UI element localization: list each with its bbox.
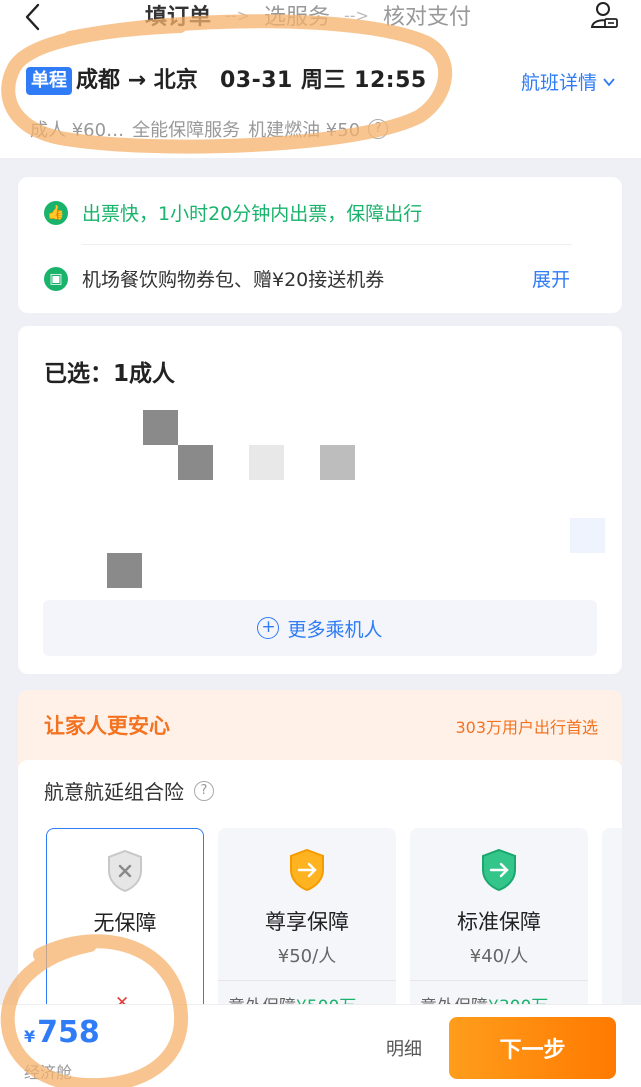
service-fee: 全能保障服务: [132, 120, 241, 141]
divider: [218, 980, 396, 981]
plan-name: 尊享保障: [265, 910, 349, 934]
shield-plane-icon: [482, 848, 516, 892]
plus-circle-icon: +: [257, 617, 280, 639]
fast-ticket-text: 出票快，1小时20分钟内出票，保障出行: [82, 203, 423, 225]
thumb-up-icon: 👍: [44, 200, 68, 225]
flight-datetime: 03-31 周三 12:55: [220, 68, 427, 93]
adult-fare: 成人 ¥60…: [30, 120, 125, 141]
passenger-card: 已选：1成人 + 更多乘机人: [18, 326, 622, 674]
shield-plane-icon: [290, 848, 324, 892]
help-icon[interactable]: ?: [194, 780, 214, 801]
flight-detail-link[interactable]: 航班详情: [521, 68, 617, 95]
plan-name: 无保障: [93, 911, 157, 935]
flight-detail-label: 航班详情: [520, 72, 597, 94]
plan-name: 标准保障: [457, 910, 541, 934]
price-detail-button[interactable]: 明细: [386, 1035, 422, 1061]
insurance-card: 航意航延组合险 ? 无保障 ✕ 尊享保障 ¥50/人 意外保障¥500万 标准保…: [18, 760, 622, 1017]
plan-price: ¥40/人: [469, 946, 529, 967]
promo-card: 👍 出票快，1小时20分钟内出票，保障出行 ▣ 机场餐饮购物券包、赠¥20接送机…: [18, 177, 622, 313]
customer-service-icon[interactable]: [589, 0, 619, 30]
currency-symbol: ¥: [24, 1027, 36, 1046]
coupon-text: 机场餐饮购物券包、赠¥20接送机券: [82, 269, 385, 291]
redacted-block: [178, 445, 213, 480]
redacted-block: [249, 445, 284, 480]
step-arrow: -->: [343, 5, 369, 25]
family-safety-subtitle: 303万用户出行首选: [455, 718, 598, 737]
divider: [82, 244, 572, 245]
plan-next-partial[interactable]: [602, 828, 622, 1010]
plan-no-insurance[interactable]: 无保障 ✕: [46, 828, 204, 1013]
step-arrow: -->: [225, 5, 250, 25]
chevron-down-icon: [603, 77, 615, 86]
redacted-block: [320, 445, 355, 480]
back-icon[interactable]: [18, 2, 48, 32]
trip-type-badge: 单程: [26, 67, 72, 95]
expand-button[interactable]: 展开: [532, 265, 570, 292]
next-step-button[interactable]: 下一步: [449, 1017, 616, 1079]
flight-summary: 单程 成都 → 北京 03-31 周三 12:55 航班详情 成人 ¥60… 全…: [0, 40, 641, 158]
help-icon[interactable]: ?: [368, 119, 389, 139]
step-verify-pay: 核对支付: [382, 5, 471, 30]
family-safety-header: 让家人更安心 303万用户出行首选: [18, 690, 622, 770]
divider: [410, 980, 588, 981]
plan-standard[interactable]: 标准保障 ¥40/人 意外保障¥300万: [410, 828, 588, 1017]
tax-fee: 机建燃油 ¥50: [248, 120, 361, 141]
price-breakdown: 成人 ¥60… 全能保障服务 机建燃油 ¥50 ?: [30, 116, 396, 142]
shield-x-icon: [108, 849, 142, 893]
more-passengers-button[interactable]: + 更多乘机人: [43, 600, 597, 656]
bottom-action-bar: ¥ 758 经济舱 明细 下一步: [0, 1004, 641, 1087]
redacted-block: [143, 410, 178, 445]
selected-passenger-count: 已选：1成人: [44, 361, 176, 387]
fast-ticket-notice: 👍 出票快，1小时20分钟内出票，保障出行: [44, 199, 422, 226]
total-amount: 758: [37, 1015, 100, 1050]
family-safety-title: 让家人更安心: [44, 714, 170, 738]
flight-route: 成都 → 北京: [76, 68, 198, 93]
step-select-service: 选服务: [263, 5, 330, 30]
coupon-notice: ▣ 机场餐饮购物券包、赠¥20接送机券: [44, 265, 384, 292]
step-indicator: 填订单 --> 选服务 --> 核对支付: [145, 0, 471, 30]
redacted-block: [107, 553, 142, 588]
top-nav: 填订单 --> 选服务 --> 核对支付: [0, 0, 641, 40]
gift-icon: ▣: [44, 266, 68, 291]
plan-price: ¥50/人: [277, 946, 337, 967]
insurance-title: 航意航延组合险 ?: [44, 776, 214, 805]
redacted-block: [570, 518, 605, 553]
insurance-title-text: 航意航延组合险: [44, 780, 184, 804]
more-passengers-label: 更多乘机人: [287, 618, 383, 641]
cabin-class: 经济舱: [24, 1063, 73, 1082]
plan-premium[interactable]: 尊享保障 ¥50/人 意外保障¥500万: [218, 828, 396, 1017]
step-fill-order: 填订单: [145, 5, 212, 30]
total-price: ¥ 758: [24, 1015, 100, 1050]
